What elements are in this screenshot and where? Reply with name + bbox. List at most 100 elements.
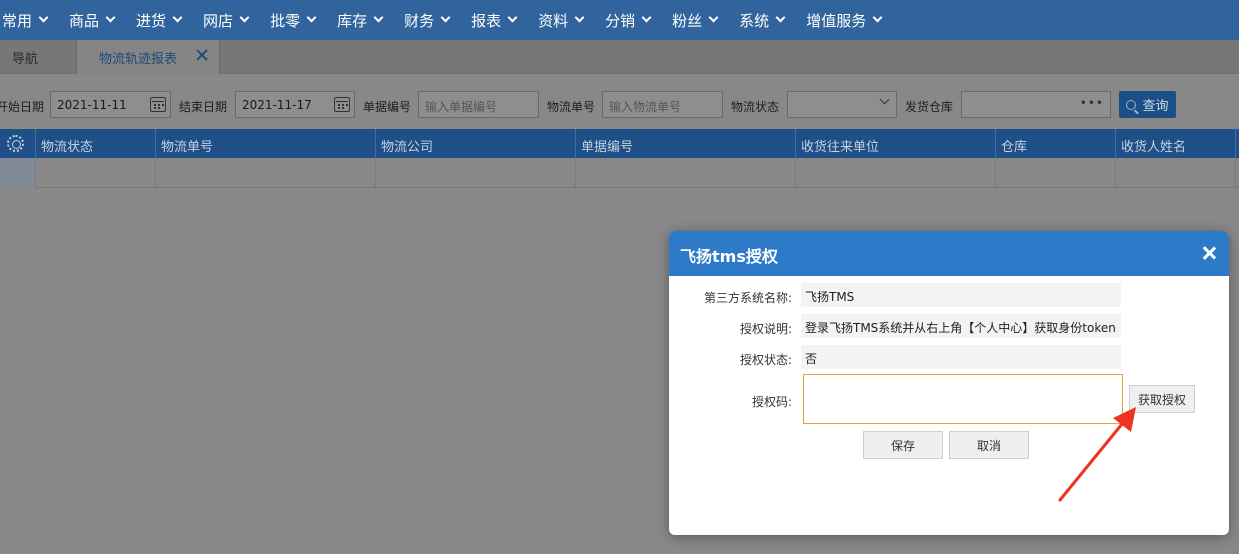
auth-code-label: 授权码: [751, 395, 792, 409]
tab-label: 导航 [12, 51, 39, 67]
menu-item-online-shop[interactable]: 网店 [203, 0, 250, 40]
start-date-value: 2021-11-11 [57, 98, 127, 112]
menu-item-common[interactable]: 常用 [2, 0, 49, 40]
get-auth-button[interactable]: 获取授权 [1129, 385, 1195, 413]
menu-label: 进货 [136, 11, 167, 30]
description-value: 登录飞扬TMS系统并从右上角【个人中心】获取身份token [801, 314, 1121, 338]
table-cell [575, 158, 795, 188]
grid-header: 物流状态 物流单号 物流公司 单据编号 收货往来单位 仓库 收货人姓名 [0, 129, 1239, 158]
menu-label: 系统 [739, 11, 770, 30]
menu-label: 批零 [270, 11, 301, 30]
end-date-value: 2021-11-17 [242, 98, 312, 112]
chevron-down-icon [775, 12, 786, 23]
chevron-down-icon [38, 12, 49, 23]
status-label: 物流状态 [731, 100, 780, 114]
table-cell [995, 158, 1115, 188]
end-date-label: 结束日期 [179, 100, 228, 114]
menu-item-goods[interactable]: 商品 [69, 0, 116, 40]
menu-label: 库存 [337, 11, 368, 30]
chevron-down-icon [105, 12, 116, 23]
query-button[interactable]: 查询 [1119, 91, 1176, 118]
search-icon [1126, 99, 1137, 110]
start-date-label: 开始日期 [0, 100, 45, 114]
calendar-icon[interactable] [150, 97, 166, 112]
chevron-down-icon [574, 12, 585, 23]
menu-item-reports[interactable]: 报表 [471, 0, 518, 40]
gear-icon[interactable] [7, 135, 24, 152]
menu-item-purchase[interactable]: 进货 [136, 0, 183, 40]
close-icon[interactable] [1202, 246, 1216, 260]
warehouse-label: 发货仓库 [905, 100, 954, 114]
more-icon[interactable]: ••• [1080, 96, 1104, 110]
menu-label: 资料 [538, 11, 569, 30]
chevron-down-icon [440, 12, 451, 23]
menu-label: 增值服务 [806, 11, 867, 30]
column-header-consignee-unit[interactable]: 收货往来单位 [795, 129, 995, 158]
save-button[interactable]: 保存 [863, 431, 943, 459]
dialog-title: 飞扬tms授权 [680, 247, 778, 266]
table-cell [795, 158, 995, 188]
cancel-button[interactable]: 取消 [949, 431, 1029, 459]
filter-bar: 开始日期 2021-11-11 结束日期 2021-11-17 单据编号 输入单… [0, 75, 1239, 128]
column-header-status[interactable]: 物流状态 [35, 129, 155, 158]
warehouse-picker[interactable]: ••• [961, 91, 1111, 118]
table-cell [375, 158, 575, 188]
close-icon[interactable] [195, 48, 209, 62]
tab-navigation[interactable]: 导航 [0, 40, 76, 74]
chevron-down-icon [872, 12, 883, 23]
menu-label: 粉丝 [672, 11, 703, 30]
chevron-down-icon [373, 12, 384, 23]
menu-item-finance[interactable]: 财务 [404, 0, 451, 40]
column-header-doc-no[interactable]: 单据编号 [575, 129, 795, 158]
dialog-header: 飞扬tms授权 [669, 231, 1229, 276]
start-date-input[interactable]: 2021-11-11 [50, 91, 171, 118]
menu-item-inventory[interactable]: 库存 [337, 0, 384, 40]
tracking-no-input[interactable]: 输入物流单号 [602, 91, 723, 118]
menu-label: 财务 [404, 11, 435, 30]
table-cell [35, 158, 155, 188]
column-header-recipient-name[interactable]: 收货人姓名 [1115, 129, 1236, 158]
chevron-down-icon [879, 94, 890, 105]
row-selector[interactable] [0, 158, 35, 188]
menu-label: 分销 [605, 11, 636, 30]
system-name-label: 第三方系统名称: [703, 291, 792, 305]
tab-label: 物流轨迹报表 [99, 51, 178, 67]
menu-label: 网店 [203, 11, 234, 30]
tab-logistics-report[interactable]: 物流轨迹报表 [76, 40, 220, 74]
menu-label: 常用 [2, 11, 33, 30]
menu-item-data[interactable]: 资料 [538, 0, 585, 40]
doc-no-label: 单据编号 [363, 100, 412, 114]
column-header-warehouse[interactable]: 仓库 [995, 129, 1115, 158]
chevron-down-icon [708, 12, 719, 23]
menu-item-fans[interactable]: 粉丝 [672, 0, 719, 40]
menu-label: 商品 [69, 11, 100, 30]
tracking-no-label: 物流单号 [547, 100, 596, 114]
table-cell [155, 158, 375, 188]
top-menu-bar: 常用 商品 进货 网店 批零 库存 财务 报表 资料 分销 粉丝 系统 增值服务 [0, 0, 1239, 40]
status-select[interactable] [787, 91, 897, 118]
menu-item-system[interactable]: 系统 [739, 0, 786, 40]
table-cell [1115, 158, 1236, 188]
menu-item-value-added[interactable]: 增值服务 [806, 0, 883, 40]
column-header-carrier[interactable]: 物流公司 [375, 129, 575, 158]
system-name-value: 飞扬TMS [801, 283, 1121, 307]
status-value: 否 [801, 345, 1121, 369]
end-date-input[interactable]: 2021-11-17 [235, 91, 355, 118]
calendar-icon[interactable] [334, 97, 350, 112]
chevron-down-icon [507, 12, 518, 23]
auth-code-input[interactable] [803, 374, 1123, 424]
auth-dialog: 飞扬tms授权 第三方系统名称: 飞扬TMS 授权说明: 登录飞扬TMS系统并从… [669, 231, 1229, 535]
menu-label: 报表 [471, 11, 502, 30]
doc-no-input[interactable]: 输入单据编号 [418, 91, 539, 118]
query-label: 查询 [1142, 99, 1169, 114]
menu-item-distribution[interactable]: 分销 [605, 0, 652, 40]
chevron-down-icon [239, 12, 250, 23]
table-row[interactable] [0, 158, 1239, 188]
column-header-tracking-no[interactable]: 物流单号 [155, 129, 375, 158]
chevron-down-icon [172, 12, 183, 23]
description-label: 授权说明: [739, 322, 792, 336]
menu-item-wholesale[interactable]: 批零 [270, 0, 317, 40]
tab-bar: 导航 物流轨迹报表 [0, 40, 1239, 74]
chevron-down-icon [641, 12, 652, 23]
chevron-down-icon [306, 12, 317, 23]
